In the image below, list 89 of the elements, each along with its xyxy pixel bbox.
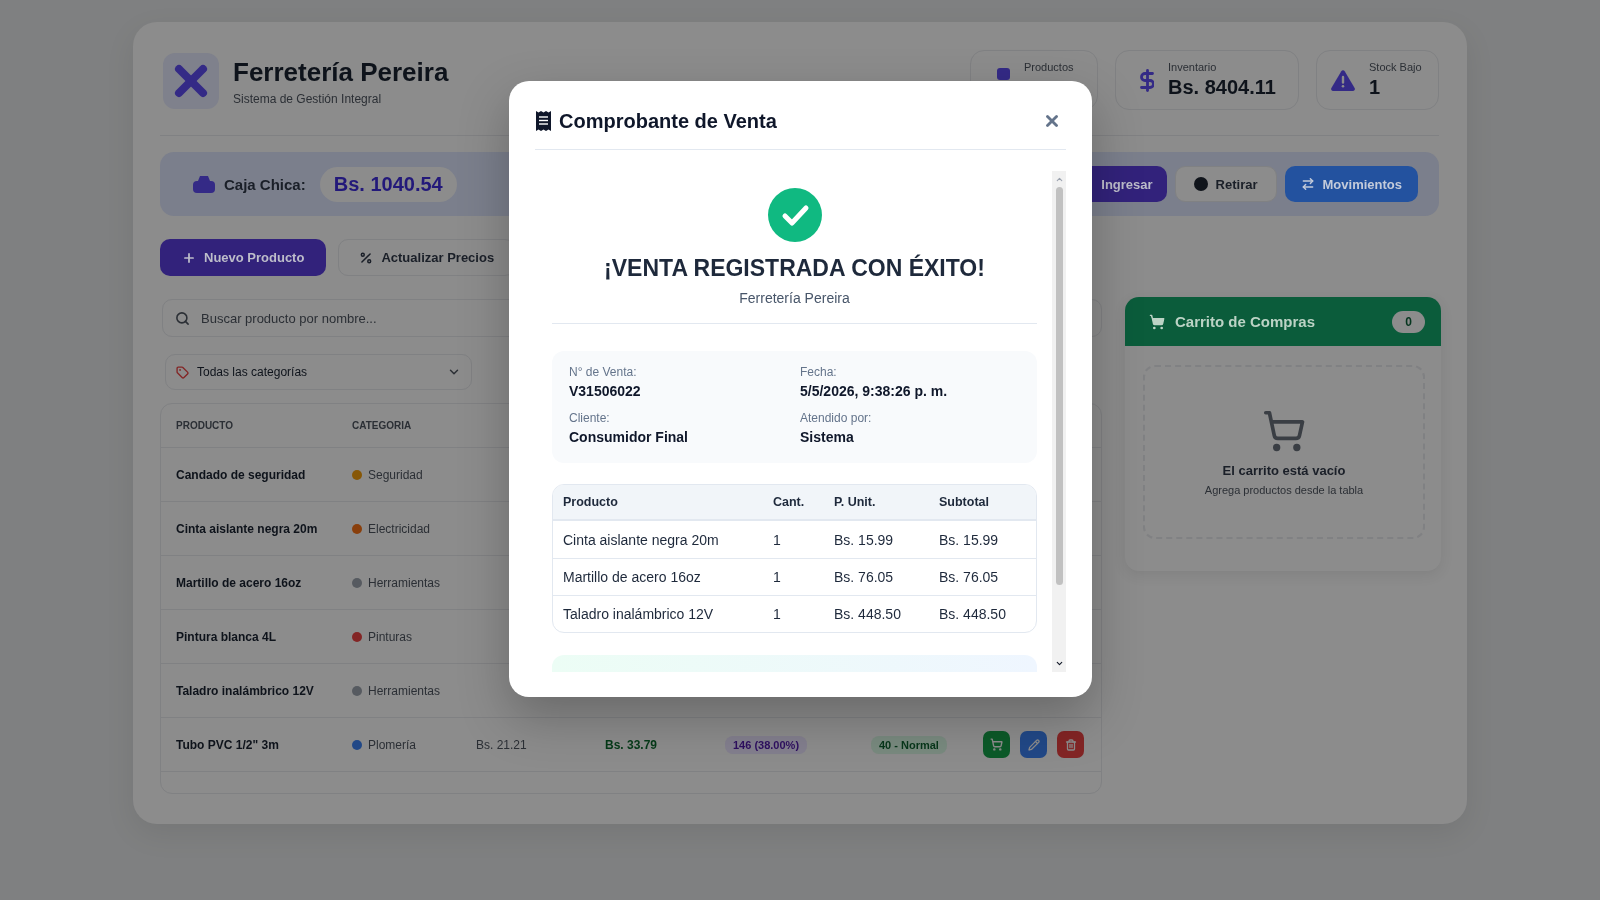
stat-value: 1 <box>1369 76 1382 99</box>
column-header: Cant. <box>773 495 805 509</box>
empty-cart-title: El carrito está vacío <box>1222 462 1346 478</box>
empty-cart-hint: Agrega productos desde la tabla <box>1204 483 1364 496</box>
table-cell: Taladro inalámbrico 12V <box>563 606 714 622</box>
table-cell: Cinta aislante negra 20m <box>563 531 719 548</box>
info-label: N° de Venta: <box>569 365 637 380</box>
table-cell: 1 <box>773 531 781 548</box>
edit-button[interactable] <box>1020 731 1047 758</box>
category-label: Pinturas <box>368 629 413 644</box>
cart-icon <box>1149 313 1165 330</box>
product-name: Tubo PVC 1/2" 3m <box>176 737 280 752</box>
app-title: Ferretería Pereira <box>233 56 449 88</box>
pencil-icon <box>1027 738 1040 751</box>
stat-label: Stock Bajo <box>1369 61 1422 73</box>
table-cell: Bs. 76.05 <box>939 569 999 585</box>
movements-button[interactable]: Movimientos <box>1284 166 1418 202</box>
withdraw-button[interactable]: Retirar <box>1174 166 1277 202</box>
cart-count: 0 <box>1392 310 1425 333</box>
exchange-icon <box>1300 177 1315 191</box>
scrollbar-thumb[interactable] <box>1055 187 1063 585</box>
tag-icon <box>176 365 189 379</box>
margin-badge: 146 (38.00%) <box>725 735 808 754</box>
product-name: Martillo de acero 16oz <box>176 575 303 590</box>
receipt-icon <box>536 111 551 131</box>
product-name: Candado de seguridad <box>176 467 307 482</box>
category-label: Electricidad <box>368 521 431 536</box>
info-label: Cliente: <box>569 411 610 426</box>
table-cell: Bs. 76.05 <box>834 569 894 585</box>
info-label: Atendido por: <box>800 411 872 426</box>
table-cell: Bs. 448.50 <box>834 606 901 622</box>
percent-icon <box>359 250 374 265</box>
info-label: Fecha: <box>800 365 837 380</box>
product-name: Cinta aislante negra 20m <box>176 521 319 536</box>
table-cell: Martillo de acero 16oz <box>563 569 701 585</box>
cash-box-label: Caja Chica: <box>224 175 306 193</box>
product-name: Pintura blanca 4L <box>176 629 278 644</box>
info-value: Consumidor Final <box>569 428 688 446</box>
add-to-cart-button[interactable] <box>983 731 1010 758</box>
column-header: CATEGORIA <box>352 420 413 431</box>
close-icon <box>1046 115 1058 127</box>
table-cell: 1 <box>773 569 781 585</box>
stock-badge: 40 - Normal <box>871 735 947 754</box>
cart-icon <box>1262 408 1306 453</box>
dialog-title: Comprobante de Venta <box>559 109 777 133</box>
cost-price: Bs. 21.21 <box>476 737 527 752</box>
info-value: 5/5/2026, 9:38:26 p. m. <box>800 382 948 400</box>
cross-logo-icon <box>163 53 219 109</box>
delete-button[interactable] <box>1057 731 1084 758</box>
new-product-button[interactable]: Nuevo Producto <box>160 239 327 276</box>
stat-label: Inventario <box>1168 61 1218 73</box>
table-cell: Bs. 448.50 <box>939 606 1006 622</box>
cash-box-icon <box>192 174 216 194</box>
column-header: PRODUCTO <box>176 420 235 431</box>
table-cell: 1 <box>773 606 781 622</box>
cash-box-amount: Bs. 1040.54 <box>319 166 457 202</box>
chevron-down-icon <box>1054 659 1064 668</box>
category-select[interactable]: Todas las categorías <box>165 354 472 390</box>
app-subtitle: Sistema de Gestión Integral <box>233 91 383 106</box>
table-cell: Bs. 15.99 <box>834 531 894 548</box>
cart-title: Carrito de Compras <box>1175 313 1316 330</box>
chevron-up-icon <box>1054 175 1064 184</box>
dollar-icon <box>1140 68 1154 92</box>
table-cell: Bs. 15.99 <box>939 531 999 548</box>
column-header: Subtotal <box>939 495 989 509</box>
info-value: V31506022 <box>569 382 641 400</box>
column-header: Producto <box>563 495 618 509</box>
stat-label: Productos <box>1024 61 1074 73</box>
category-label: Herramientas <box>368 575 441 590</box>
search-icon <box>175 311 190 326</box>
info-value: Sistema <box>800 428 854 446</box>
square-icon <box>997 68 1010 80</box>
category-label: Plomería <box>368 737 417 752</box>
warning-icon <box>1331 69 1355 91</box>
plus-icon <box>182 250 196 265</box>
category-label: Herramientas <box>368 683 441 698</box>
sale-price: Bs. 33.79 <box>605 737 658 752</box>
check-circle-icon <box>767 188 822 242</box>
category-label: Seguridad <box>368 467 423 482</box>
circle-icon <box>1193 177 1208 191</box>
trash-icon <box>1064 738 1077 751</box>
success-headline: ¡VENTA REGISTRADA CON ÉXITO! <box>604 254 985 282</box>
close-button[interactable] <box>1044 113 1060 129</box>
column-header: P. Unit. <box>834 495 876 509</box>
stat-value: Bs. 8404.11 <box>1168 76 1276 99</box>
store-name: Ferretería Pereira <box>739 289 850 307</box>
cart-icon <box>990 738 1003 751</box>
scrollbar[interactable] <box>1052 171 1066 672</box>
product-name: Taladro inalámbrico 12V <box>176 683 315 698</box>
